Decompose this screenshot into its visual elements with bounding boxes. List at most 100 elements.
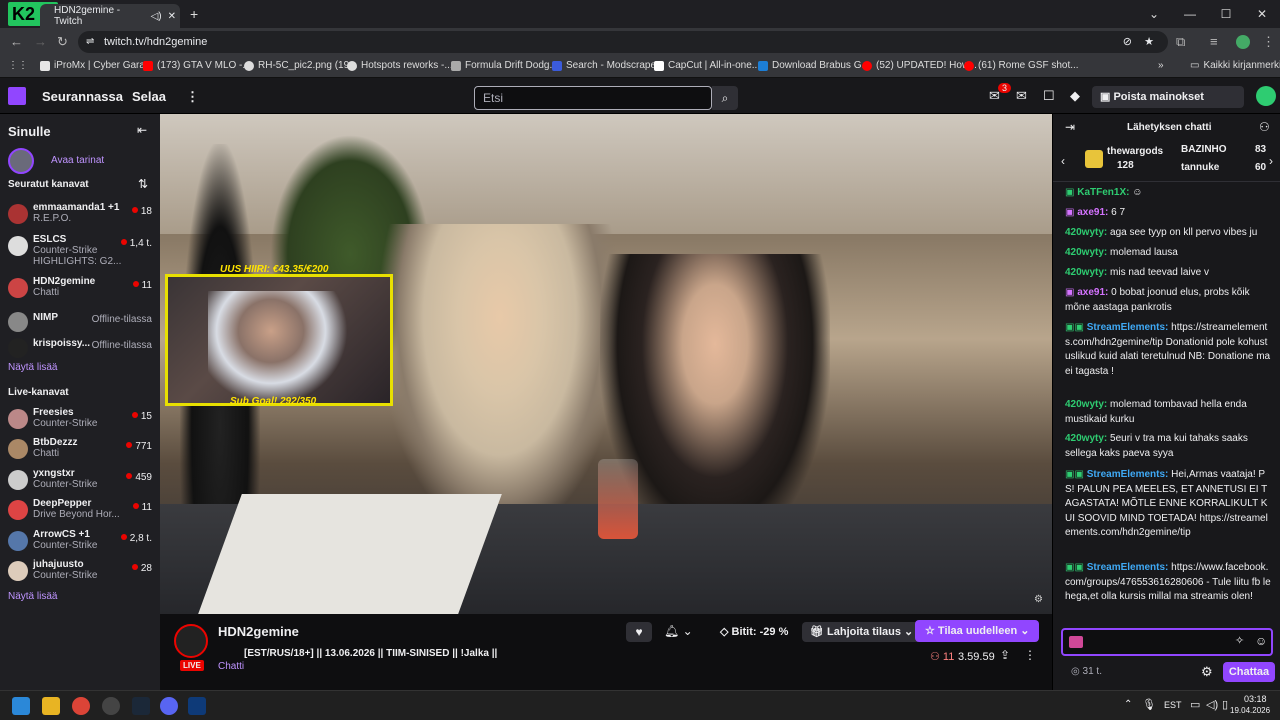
chat-username[interactable]: 420wyty: <box>1065 267 1107 278</box>
new-tab-icon[interactable]: + <box>190 6 198 22</box>
maximize-icon[interactable]: ☐ <box>1208 0 1244 28</box>
theatre-icon[interactable]: ⚙ <box>1034 594 1043 605</box>
chat-username[interactable]: KaTFen1X: <box>1077 187 1129 198</box>
chat-username[interactable]: StreamElements: <box>1087 469 1169 480</box>
chat-username[interactable]: axe91: <box>1077 287 1108 298</box>
apps-icon[interactable]: ⋮⋮ <box>8 60 28 71</box>
video-player[interactable]: UUS HIIRI: €43.35/€200 Sub Goal! 292/350… <box>160 114 1052 614</box>
activity-icon[interactable]: ☐ <box>1043 88 1055 104</box>
bookmark-7[interactable]: CapCut | All-in-one... <box>654 60 760 71</box>
network-icon[interactable]: ▭ <box>1190 698 1200 711</box>
chat-users-icon[interactable]: ⚇ <box>1259 120 1270 134</box>
bits-icon[interactable]: ◆ <box>1070 88 1080 104</box>
chat-username[interactable]: 420wyty: <box>1065 227 1107 238</box>
heart-badge-icon[interactable] <box>1069 636 1083 648</box>
bookmark-4[interactable]: Hotspots reworks -... <box>347 60 453 71</box>
bookmark-8[interactable]: Download Brabus G... <box>758 60 870 71</box>
browser-menu-icon[interactable]: ⋮ <box>1262 34 1275 50</box>
sidebar-channel[interactable]: DeepPepper Drive Beyond Hor... 11 <box>8 498 156 526</box>
collapse-chat-icon[interactable]: ⇥ <box>1065 120 1075 134</box>
emote-picker-icon[interactable]: ☺ <box>1255 634 1267 648</box>
channel-avatar-large[interactable] <box>174 624 208 658</box>
chat-username[interactable]: 420wyty: <box>1065 433 1107 444</box>
gift-sub-button[interactable]: 🎁︎ Lahjoita tilaus ⌄ <box>802 622 922 642</box>
stream-category[interactable]: Chatti <box>218 661 244 672</box>
tab-search-icon[interactable]: ⌄ <box>1136 0 1172 28</box>
more-options-icon[interactable]: ⋮ <box>1024 648 1036 662</box>
back-icon[interactable]: ← <box>10 34 23 49</box>
profile-avatar[interactable] <box>1236 35 1250 49</box>
resubscribe-button[interactable]: ☆ Tilaa uudelleen ⌄ <box>915 620 1040 642</box>
sidebar-channel[interactable]: HDN2gemine Chatti 11 <box>8 276 156 304</box>
chat-username[interactable]: axe91: <box>1077 207 1108 218</box>
bookmark-5[interactable]: Formula Drift Dodg... <box>451 60 558 71</box>
volume-icon[interactable]: ◁) <box>1206 698 1218 711</box>
sidebar-channel[interactable]: Freesies Counter-Strike 15 <box>8 407 156 435</box>
eye-off-icon[interactable]: ⊘ <box>1123 31 1132 53</box>
chat-input[interactable]: ✧ ☺ <box>1061 628 1273 656</box>
tab-close-icon[interactable]: ✕ <box>168 11 176 22</box>
nav-following[interactable]: Seurannassa <box>42 89 123 104</box>
chrome-icon[interactable] <box>72 697 90 715</box>
nav-browse[interactable]: Selaa <box>132 89 166 104</box>
bookmark-9[interactable]: (52) UPDATED! How... <box>862 60 977 71</box>
more-menu-icon[interactable]: ⋮ <box>186 89 199 105</box>
whispers-icon[interactable]: ✉ <box>1016 88 1027 104</box>
twitch-logo-icon[interactable] <box>8 87 26 105</box>
tab-audio-icon[interactable]: ◁) <box>151 11 162 22</box>
extensions-icon[interactable]: ⧉ <box>1176 34 1185 50</box>
share-icon[interactable]: ⇪ <box>1000 648 1010 662</box>
bookmark-1[interactable]: iProMx | Cyber Gara... <box>40 60 153 71</box>
close-window-icon[interactable]: ✕ <box>1244 0 1280 28</box>
remove-ads-button[interactable]: ▣ Poista mainokset ilmaiseksi <box>1092 86 1244 125</box>
reload-icon[interactable]: ↻ <box>57 34 68 50</box>
language-indicator[interactable]: EST <box>1164 700 1182 710</box>
battery-icon[interactable]: ▯ <box>1222 698 1228 711</box>
chat-username[interactable]: StreamElements: <box>1087 322 1169 333</box>
windows-start-icon[interactable] <box>12 697 30 715</box>
more-bookmarks-icon[interactable]: » <box>1158 60 1164 71</box>
file-explorer-icon[interactable] <box>42 697 60 715</box>
sidebar-channel[interactable]: krispoissy... Offline-tilassa <box>8 336 156 364</box>
tray-chevron-icon[interactable]: ⌃ <box>1124 699 1132 710</box>
sidebar-channel[interactable]: ESLCS Counter-Strike HIGHLIGHTS: G2... 1,4 … <box>8 234 156 270</box>
bits-cheer-icon[interactable]: ✧ <box>1235 634 1244 647</box>
bookmark-3[interactable]: RH-5C_pic2.png (19... <box>244 60 358 71</box>
steam-icon[interactable] <box>132 697 150 715</box>
forward-icon[interactable]: → <box>34 34 47 49</box>
show-more-followed[interactable]: Näytä lisää <box>8 362 57 373</box>
search-icon[interactable]: ⌕ <box>712 86 738 110</box>
sort-icon[interactable]: ⇅ <box>138 177 148 191</box>
chat-username[interactable]: 420wyty: <box>1065 399 1107 410</box>
media-icon[interactable]: ≡ <box>1210 34 1218 49</box>
bookmark-6[interactable]: Search - Modscrape... <box>552 60 664 71</box>
site-info-icon[interactable]: ⇌ <box>86 31 94 53</box>
microphone-icon[interactable]: 🎙︎ <box>1142 698 1156 711</box>
leaderboard-prev-icon[interactable]: ‹ <box>1061 154 1065 168</box>
chat-username[interactable]: 420wyty: <box>1065 247 1107 258</box>
collapse-sidebar-icon[interactable]: ⇤ <box>137 123 147 137</box>
search-input[interactable]: Etsi <box>474 86 712 110</box>
all-bookmarks[interactable]: ▭ Kaikki kirjanmerkit <box>1190 60 1280 71</box>
bookmark-10[interactable]: (61) Rome GSF shot... <box>964 60 1079 71</box>
leaderboard-next-icon[interactable]: › <box>1269 154 1273 168</box>
follow-heart-icon[interactable]: ♥ <box>626 622 652 642</box>
channel-points[interactable]: ◎ 31 t. <box>1071 666 1102 677</box>
bookmark-2[interactable]: (173) GTA V MLO -... <box>143 60 251 71</box>
chat-settings-icon[interactable]: ⚙ <box>1201 664 1213 680</box>
channel-name-title[interactable]: HDN2gemine <box>218 624 299 639</box>
sidebar-channel[interactable]: NIMP Offline-tilassa <box>8 310 156 338</box>
bookmark-star-icon[interactable]: ★ <box>1144 31 1154 53</box>
clock-date[interactable]: 19.04.2026 <box>1230 706 1270 715</box>
discord-icon[interactable] <box>160 697 178 715</box>
browser-tab[interactable]: HDN2gemine - Twitch ◁) ✕ <box>40 4 180 28</box>
clock-time[interactable]: 03:18 <box>1244 694 1267 704</box>
notifications-bell-icon[interactable]: 🔔︎ ⌄ <box>664 624 693 638</box>
chat-username[interactable]: StreamElements: <box>1087 562 1169 573</box>
minimize-icon[interactable]: — <box>1172 0 1208 28</box>
bits-button[interactable]: ◇ Bitit: -29 % <box>714 622 794 642</box>
chat-send-button[interactable]: Chattaa <box>1223 662 1275 682</box>
user-avatar[interactable] <box>1256 86 1276 106</box>
sidebar-channel[interactable]: BtbDezzz Chatti 771 <box>8 437 156 465</box>
sidebar-channel[interactable]: juhajuusto Counter-Strike 28 <box>8 559 156 587</box>
